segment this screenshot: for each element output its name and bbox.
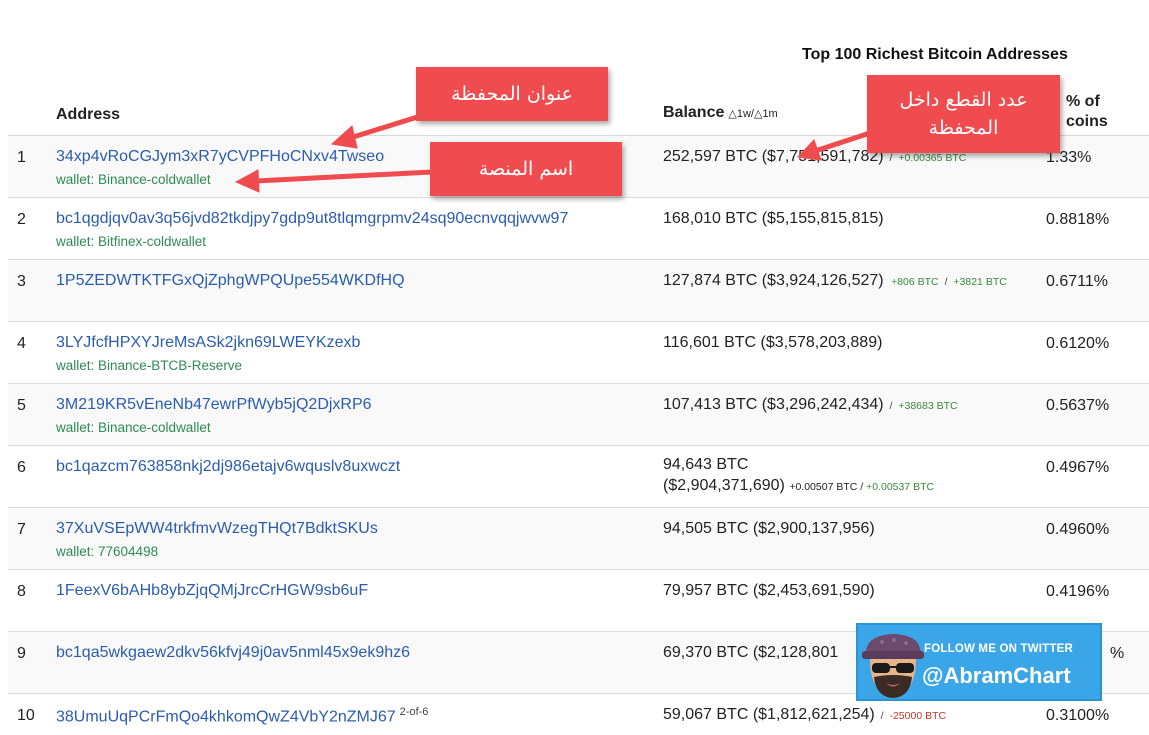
callout-wallet-address: عنوان المحفظة — [416, 67, 608, 121]
table-row: 6 bc1qazcm763858nkj2dj986etajv6wquslv8ux… — [8, 446, 1149, 508]
row-rank: 3 — [17, 273, 26, 290]
address-link[interactable]: 37XuVSEpWW4trkfmvWzegTHQt7BdktSKUs — [56, 520, 378, 538]
twitter-handle: @AbramChart — [922, 663, 1071, 688]
address-link[interactable]: 3M219KR5vEneNb47ewrPfWyb5jQ2DjxRP6 — [56, 396, 372, 414]
page-title: Top 100 Richest Bitcoin Addresses — [802, 46, 1068, 63]
balance-usd: ($2,904,371,690) +0.00507 BTC / +0.00537… — [663, 477, 934, 495]
balance-value: 116,601 BTC ($3,578,203,889) — [663, 334, 883, 351]
balance-value: 127,874 BTC ($3,924,126,527) +806 BTC / … — [663, 272, 1007, 290]
balance-text: 252,597 BTC ($7,751,591,782) — [663, 148, 884, 165]
twitter-follow-badge[interactable]: FOLLOW ME ON TWITTER @AbramChart — [856, 623, 1102, 701]
delta-separator: / — [889, 152, 893, 164]
table-row: 3 1P5ZEDWTKTFGxQjZphgWPQUpe554WKDfHQ 127… — [8, 260, 1149, 322]
pct-coins: 0.8818% — [1046, 211, 1110, 228]
pct-coins: % — [1110, 645, 1125, 662]
pct-coins: 0.4960% — [1046, 521, 1110, 538]
address-link[interactable]: 1P5ZEDWTKTFGxQjZphgWPQUpe554WKDfHQ — [56, 272, 405, 290]
delta-separator: / — [889, 400, 893, 412]
delta-1w: +0.00365 BTC — [898, 152, 967, 164]
header-balance[interactable]: Balance △1w/△1m — [663, 104, 778, 122]
delta-1m: +38683 BTC — [898, 400, 958, 412]
balance-text: 59,067 BTC ($1,812,621,254) — [663, 706, 875, 723]
delta-1m: +3821 BTC — [953, 276, 1007, 288]
row-rank: 7 — [17, 521, 26, 538]
delta-1w: +806 BTC — [891, 276, 939, 288]
balance-value: 79,957 BTC ($2,453,691,590) — [663, 582, 875, 599]
table-row: 4 3LYJfcfHPXYJreMsASk2jkn69LWEYKzexb wal… — [8, 322, 1149, 384]
pct-coins: 0.4967% — [1046, 459, 1110, 476]
address-link[interactable]: 1FeexV6bAHb8ybZjqQMjJrcCrHGW9sb6uF — [56, 582, 368, 600]
header-pct-line2: coins — [1066, 113, 1108, 130]
header-pct-line1: % of — [1066, 93, 1100, 110]
row-rank: 1 — [17, 149, 26, 166]
balance-text: 127,874 BTC ($3,924,126,527) — [663, 272, 884, 289]
pct-coins: 0.3100% — [1046, 707, 1110, 724]
pct-coins: 0.6711% — [1046, 273, 1108, 290]
row-rank: 6 — [17, 459, 26, 476]
callout-coins-in-wallet: عدد القطع داخل المحفظة — [867, 75, 1060, 153]
balance-value: 168,010 BTC ($5,155,815,815) — [663, 210, 884, 227]
address-link[interactable]: bc1qazcm763858nkj2dj986etajv6wquslv8uxwc… — [56, 458, 400, 476]
address-link[interactable]: bc1qa5wkgaew2dkv56kfvj49j0av5nml45x9ek9h… — [56, 644, 410, 662]
balance-value: 94,643 BTC — [663, 456, 749, 473]
table-row: 2 bc1qgdjqv0av3q56jvd82tkdjpy7gdp9ut8tlq… — [8, 198, 1149, 260]
wallet-label: wallet: Binance-BTCB-Reserve — [56, 358, 243, 373]
row-rank: 9 — [17, 645, 26, 662]
header-address[interactable]: Address — [56, 106, 120, 124]
row-rank: 10 — [17, 707, 35, 724]
multisig-label: 2-of-6 — [399, 706, 429, 718]
row-rank: 2 — [17, 211, 26, 228]
balance-text: 107,413 BTC ($3,296,242,434) — [663, 396, 884, 413]
row-rank: 5 — [17, 397, 26, 414]
delta-1w: +0.00507 BTC — [789, 481, 858, 493]
delta-1m: +0.00537 BTC — [866, 481, 935, 493]
callout-coins-line1: عدد القطع داخل — [899, 89, 1028, 111]
address-link[interactable]: 34xp4vRoCGJym3xR7yCVPFHoCNxv4Twseo — [56, 148, 384, 166]
callout-exchange-name: اسم المنصة — [430, 142, 622, 196]
table-row: 7 37XuVSEpWW4trkfmvWzegTHQt7BdktSKUs wal… — [8, 508, 1149, 570]
balance-value: 107,413 BTC ($3,296,242,434) / +38683 BT… — [663, 396, 958, 414]
balance-value: 69,370 BTC ($2,128,801 — [663, 644, 839, 661]
follow-text: FOLLOW ME ON TWITTER — [924, 643, 1074, 655]
header-pct-coins[interactable]: % of coins — [1066, 92, 1108, 132]
row-rank: 4 — [17, 335, 26, 352]
address-link[interactable]: 38UmuUqPCrFmQo4khkomQwZ4VbY2nZMJ67 2-of-6 — [56, 706, 428, 726]
address-link[interactable]: 3LYJfcfHPXYJreMsASk2jkn69LWEYKzexb — [56, 334, 360, 352]
row-rank: 8 — [17, 583, 26, 600]
delta-1w: -25000 BTC — [889, 710, 947, 722]
header-balance-label: Balance — [663, 104, 725, 121]
avatar-icon — [862, 634, 924, 698]
balance-usd-text: ($2,904,371,690) — [663, 477, 785, 494]
delta-separator: / — [944, 276, 948, 288]
address-link[interactable]: bc1qgdjqv0av3q56jvd82tkdjpy7gdp9ut8tlqmg… — [56, 210, 568, 228]
wallet-label: wallet: Binance-coldwallet — [56, 172, 211, 187]
address-text: 38UmuUqPCrFmQo4khkomQwZ4VbY2nZMJ67 — [56, 708, 396, 726]
balance-value: 94,505 BTC ($2,900,137,956) — [663, 520, 875, 537]
balance-value: 59,067 BTC ($1,812,621,254) / -25000 BTC — [663, 706, 946, 724]
pct-coins: 0.5637% — [1046, 397, 1110, 414]
wallet-label: wallet: Bitfinex-coldwallet — [56, 234, 207, 249]
delta-separator: / — [880, 710, 884, 722]
delta-separator: / — [860, 481, 864, 493]
callout-coins-line2: المحفظة — [928, 117, 999, 139]
table-row: 5 3M219KR5vEneNb47ewrPfWyb5jQ2DjxRP6 wal… — [8, 384, 1149, 446]
pct-coins: 0.4196% — [1046, 583, 1110, 600]
pct-coins: 0.6120% — [1046, 335, 1110, 352]
header-balance-delta: △1w/△1m — [728, 108, 778, 120]
wallet-label: wallet: Binance-coldwallet — [56, 420, 211, 435]
wallet-label: wallet: 77604498 — [56, 544, 159, 559]
